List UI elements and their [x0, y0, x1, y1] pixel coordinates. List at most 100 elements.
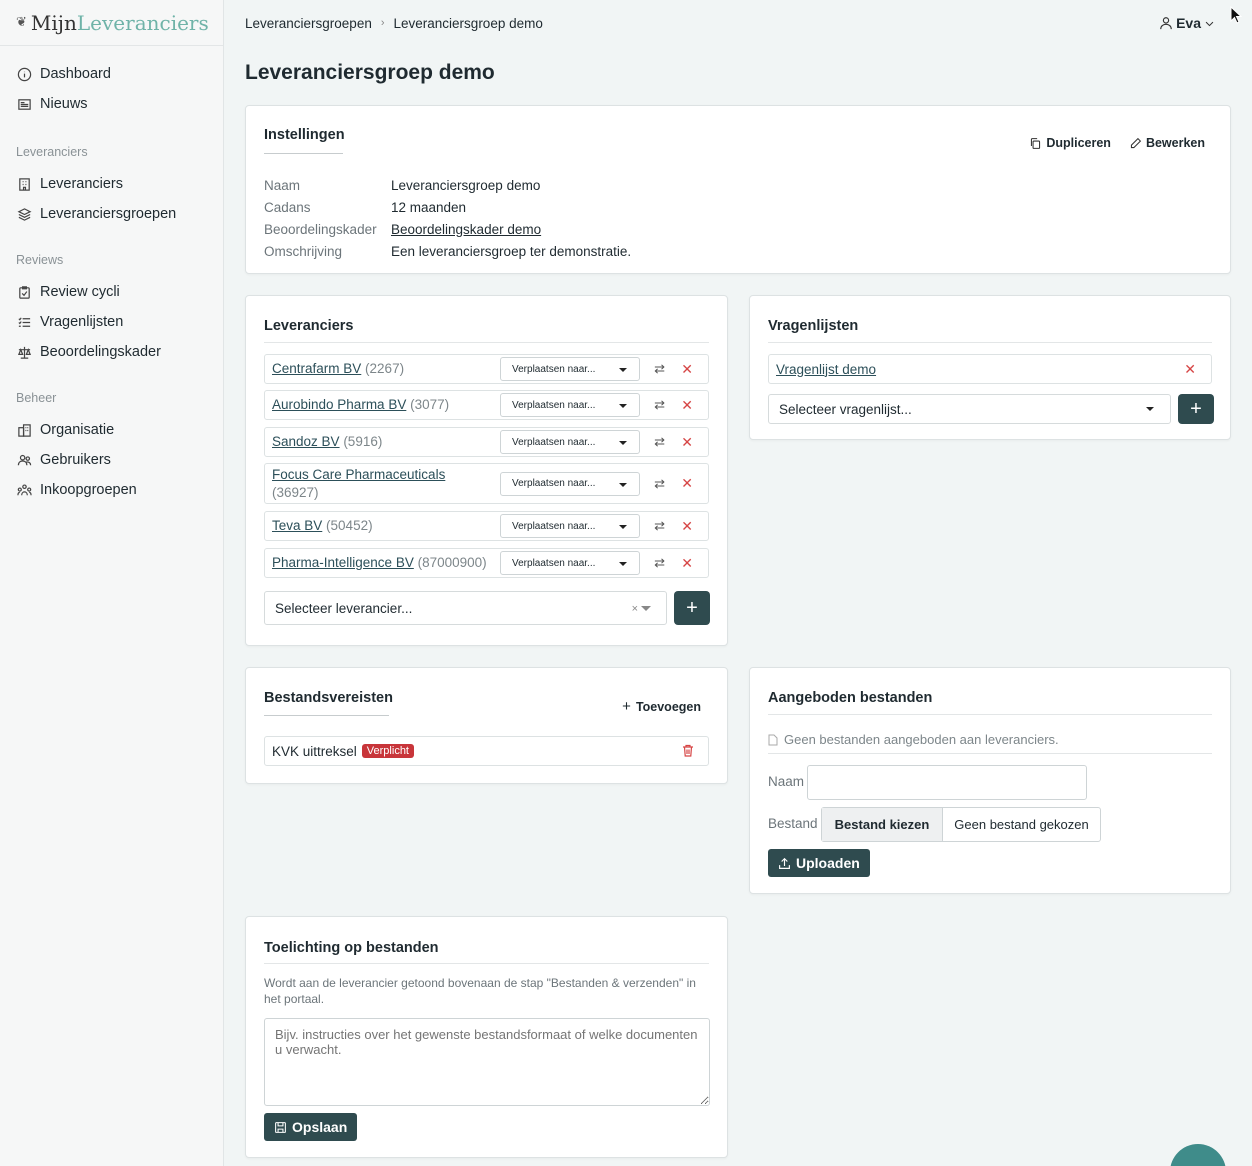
supplier-link[interactable]: Sandoz BV — [272, 434, 340, 449]
logo-text-part2: Leveranciers — [76, 10, 209, 35]
field-label: Cadans — [264, 199, 311, 215]
move-to-select[interactable]: Verplaatsen naar... — [500, 430, 640, 454]
add-supplier-button[interactable]: + — [674, 591, 710, 625]
close-icon[interactable]: ✕ — [1184, 361, 1196, 378]
duplicate-label: Dupliceren — [1046, 136, 1111, 150]
caret-down-icon — [619, 368, 627, 372]
field-value: Een leveranciersgroep ter demonstratie. — [391, 243, 632, 259]
add-questionnaire-button[interactable]: + — [1178, 394, 1214, 424]
supplier-link[interactable]: Teva BV — [272, 518, 322, 533]
swap-icon[interactable]: ⇄ — [654, 518, 665, 534]
user-icon — [1160, 17, 1172, 30]
breadcrumb: Leveranciersgroepen › Leveranciersgroep … — [224, 0, 1252, 46]
upload-button[interactable]: Uploaden — [768, 849, 870, 877]
supplier-link[interactable]: Focus Care Pharmaceuticals — [272, 467, 445, 482]
breadcrumb-parent[interactable]: Leveranciersgroepen — [245, 16, 372, 31]
save-icon — [275, 1121, 286, 1133]
sidebar-item-nieuws[interactable]: Nieuws — [16, 89, 207, 119]
supplier-link[interactable]: Centrafarm BV — [272, 361, 361, 376]
table-row: Aurobindo Pharma BV (3077) Verplaatsen na… — [264, 390, 709, 420]
file-notes-textarea[interactable] — [264, 1018, 710, 1106]
move-to-select[interactable]: Verplaatsen naar... — [500, 357, 640, 381]
close-icon[interactable]: ✕ — [681, 555, 693, 572]
move-to-label: Verplaatsen naar... — [512, 436, 596, 448]
name-label: Naam — [768, 774, 805, 789]
sidebar-item-dashboard[interactable]: Dashboard — [16, 59, 207, 89]
sidebar-item-beoordelingskader[interactable]: Beoordelingskader — [16, 337, 207, 367]
sidebar-item-label: Review cycli — [40, 284, 120, 300]
user-name: Eva — [1176, 15, 1201, 31]
close-icon[interactable]: ✕ — [681, 475, 693, 492]
section-title-leveranciers: Leveranciers — [16, 145, 88, 159]
add-requirement-button[interactable]: + Toevoegen — [622, 698, 701, 715]
questionnaire-select-placeholder: Selecteer vragenlijst... — [779, 401, 912, 417]
move-to-select[interactable]: Verplaatsen naar... — [500, 551, 640, 575]
field-label: Naam — [264, 177, 301, 193]
sidebar-item-label: Nieuws — [40, 96, 88, 112]
field-label: Omschrijving — [264, 243, 343, 259]
sidebar-item-vragenlijsten[interactable]: Vragenlijsten — [16, 307, 207, 337]
move-to-label: Verplaatsen naar... — [512, 520, 596, 532]
move-to-select[interactable]: Verplaatsen naar... — [500, 471, 640, 496]
name-input[interactable] — [807, 765, 1087, 800]
supplier-code: (5916) — [343, 434, 383, 449]
list-item: KVK uittreksel Verplicht — [264, 736, 709, 766]
requirement-name: KVK uittreksel — [272, 743, 357, 759]
caret-down-icon — [619, 404, 627, 408]
close-icon[interactable]: ✕ — [681, 434, 693, 451]
questionnaire-select[interactable]: Selecteer vragenlijst... — [768, 394, 1171, 424]
user-menu[interactable]: Eva — [1159, 15, 1218, 31]
sidebar-item-leveranciersgroepen[interactable]: Leveranciersgroepen — [16, 199, 207, 229]
choose-file-button[interactable]: Bestand kiezen — [822, 808, 943, 841]
caret-down-icon — [619, 562, 627, 566]
edit-button[interactable]: Bewerken — [1129, 136, 1205, 150]
move-to-label: Verplaatsen naar... — [512, 478, 596, 489]
move-to-select[interactable]: Verplaatsen naar... — [500, 514, 640, 538]
sidebar-item-label: Leveranciersgroepen — [40, 206, 177, 222]
swap-icon[interactable]: ⇄ — [654, 361, 665, 377]
save-button[interactable]: Opslaan — [264, 1113, 358, 1141]
sidebar-item-review-cycli[interactable]: Review cycli — [16, 277, 207, 307]
sidebar-item-label: Leveranciers — [40, 176, 124, 192]
questionnaire-link[interactable]: Vragenlijst demo — [776, 362, 876, 377]
caret-down-icon — [619, 482, 627, 487]
pencil-icon — [1130, 137, 1142, 148]
supplier-code: (87000900) — [417, 555, 487, 570]
file-notes-title: Toelichting op bestanden — [264, 940, 439, 956]
sidebar-item-gebruikers[interactable]: Gebruikers — [16, 445, 207, 475]
move-to-select[interactable]: Verplaatsen naar... — [500, 393, 640, 417]
file-notes-help: Wordt aan de leverancier getoond bovenaa… — [264, 976, 696, 1006]
duplicate-button[interactable]: Dupliceren — [1029, 136, 1111, 150]
sidebar-item-organisatie[interactable]: Organisatie — [16, 415, 207, 445]
supplier-code: (3077) — [410, 397, 450, 412]
save-label: Opslaan — [292, 1119, 348, 1135]
assessment-framework-link[interactable]: Beoordelingskader demo — [391, 222, 541, 237]
sidebar-item-inkoopgroepen[interactable]: Inkoopgroepen — [16, 475, 207, 505]
swap-icon[interactable]: ⇄ — [654, 434, 665, 450]
close-icon[interactable]: ✕ — [681, 397, 693, 414]
office-icon — [16, 422, 32, 438]
trash-icon[interactable] — [682, 744, 694, 760]
sidebar-item-label: Dashboard — [40, 66, 111, 82]
close-icon[interactable]: ✕ — [681, 361, 693, 378]
table-row: Focus Care Pharmaceuticals (36927) Verpla… — [264, 463, 709, 504]
move-to-label: Verplaatsen naar... — [512, 557, 596, 569]
supplier-link[interactable]: Aurobindo Pharma BV — [272, 397, 406, 412]
sidebar-item-label: Inkoopgroepen — [40, 482, 137, 498]
sidebar-item-leveranciers[interactable]: Leveranciers — [16, 169, 207, 199]
settings-card: Instellingen Dupliceren Bewerken Naam Lev… — [245, 105, 1231, 274]
chat-launcher-button[interactable] — [1170, 1144, 1226, 1166]
close-icon[interactable]: ✕ — [681, 518, 693, 535]
swap-icon[interactable]: ⇄ — [654, 397, 665, 413]
field-value: Leveranciersgroep demo — [391, 177, 541, 193]
supplier-link[interactable]: Pharma-Intelligence BV — [272, 555, 414, 570]
clear-icon[interactable]: × — [632, 603, 638, 615]
list-check-icon — [16, 314, 32, 330]
swap-icon[interactable]: ⇄ — [654, 476, 665, 492]
list-item: Vragenlijst demo ✕ — [768, 354, 1212, 384]
swap-icon[interactable]: ⇄ — [654, 555, 665, 571]
supplier-select[interactable]: Selecteer leverancier... × — [264, 591, 667, 625]
file-input[interactable]: Bestand kiezen Geen bestand gekozen — [821, 807, 1101, 842]
suppliers-title: Leveranciers — [264, 318, 354, 334]
app-logo[interactable]: ❦ Mijn Leveranciers — [0, 0, 223, 46]
